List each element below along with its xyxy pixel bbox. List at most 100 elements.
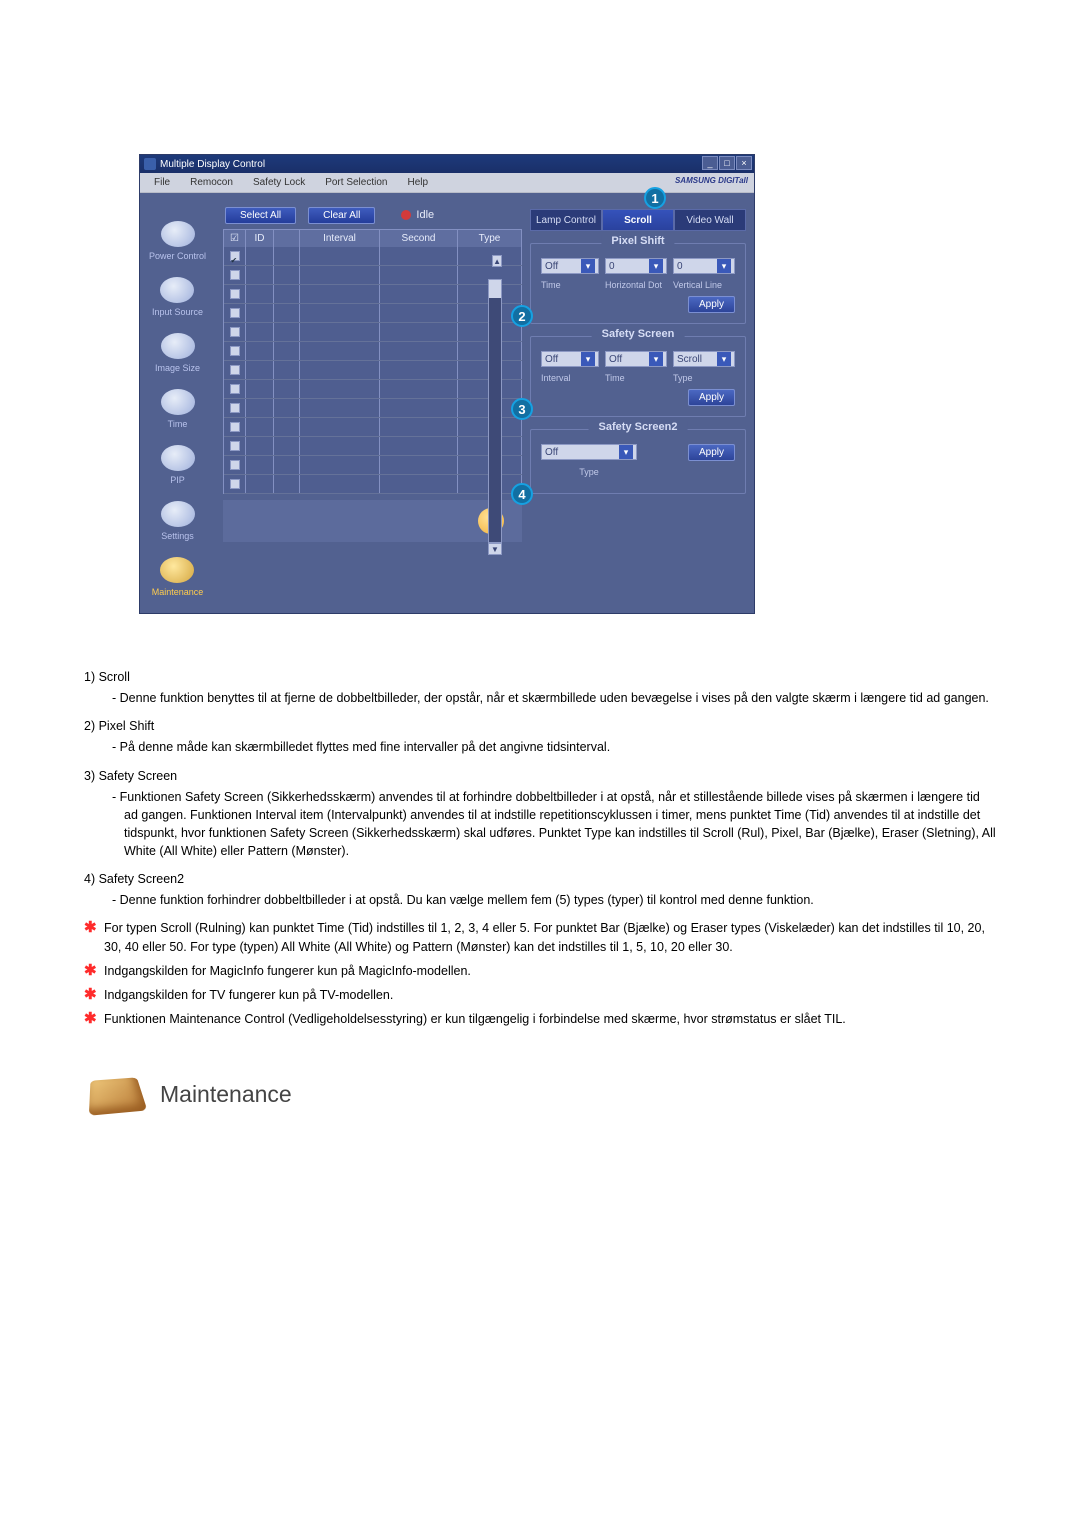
maintenance-head-title: Maintenance <box>160 1081 292 1108</box>
scrollbar-track[interactable] <box>488 279 502 543</box>
tab-lamp[interactable]: Lamp Control <box>530 209 602 231</box>
star-icon: ✱ <box>84 987 97 1002</box>
row-checkbox[interactable] <box>230 289 240 299</box>
row-checkbox[interactable] <box>230 479 240 489</box>
item2-body: - På denne måde kan skærmbilledet flytte… <box>112 738 996 756</box>
item2-head: 2) Pixel Shift <box>84 719 154 733</box>
idle-status: Idle <box>401 209 434 221</box>
table-row <box>224 456 522 475</box>
table-row <box>224 323 522 342</box>
maintenance-head-icon <box>89 1077 148 1115</box>
scrollbar-thumb[interactable] <box>489 280 501 298</box>
select-all-button[interactable]: Select All <box>225 207 296 224</box>
window-controls[interactable]: _ □ × <box>702 156 752 170</box>
item3-head: 3) Safety Screen <box>84 769 177 783</box>
tab-video[interactable]: Video Wall <box>674 209 746 231</box>
callout-4: 4 <box>511 483 533 505</box>
chevron-down-icon: ▾ <box>581 352 595 366</box>
safety-screen-title: Safety Screen <box>592 328 685 340</box>
safety-screen-apply-button[interactable]: Apply <box>688 389 735 406</box>
menu-help[interactable]: Help <box>397 177 438 188</box>
row-checkbox[interactable] <box>230 327 240 337</box>
display-grid: ☑ ID Interval Second Type <box>223 229 522 494</box>
app-window: Multiple Display Control _ □ × File Remo… <box>140 155 754 613</box>
center-panel: Select All Clear All Idle ☑ ID Interval … <box>215 203 530 613</box>
right-panel: Lamp Control Scroll Video Wall 1 Pixel S… <box>530 203 754 613</box>
row-checkbox[interactable] <box>230 441 240 451</box>
table-row <box>224 266 522 285</box>
clear-all-button[interactable]: Clear All <box>308 207 375 224</box>
table-row <box>224 285 522 304</box>
sidebar-time: Time <box>161 389 195 429</box>
window-title: Multiple Display Control <box>160 159 265 170</box>
row-checkbox[interactable] <box>230 308 240 318</box>
grid-rows <box>223 247 522 494</box>
pixel-shift-horiz-select[interactable]: 0▾ <box>605 258 667 274</box>
star-notes: ✱For typen Scroll (Rulning) kan punktet … <box>84 919 996 1028</box>
safety-screen2-title: Safety Screen2 <box>589 421 688 433</box>
col-type: Type <box>458 230 522 247</box>
sidebar-power: Power Control <box>149 221 206 261</box>
chevron-down-icon: ▾ <box>717 259 731 273</box>
safety2-apply-button[interactable]: Apply <box>688 444 735 461</box>
sidebar: Power Control Input Source Image Size Ti… <box>140 203 215 613</box>
row-checkbox[interactable] <box>230 365 240 375</box>
time-icon <box>161 389 195 415</box>
app-icon <box>144 158 156 170</box>
safety-time-select[interactable]: Off▾ <box>605 351 667 367</box>
chevron-down-icon: ▾ <box>649 259 663 273</box>
col-lamp <box>274 230 300 247</box>
col-id: ID <box>246 230 274 247</box>
row-checkbox[interactable] <box>230 270 240 280</box>
row-checkbox[interactable] <box>230 460 240 470</box>
close-icon[interactable]: × <box>736 156 752 170</box>
table-row <box>224 437 522 456</box>
col-interval: Interval <box>300 230 380 247</box>
sidebar-image-size: Image Size <box>155 333 200 373</box>
star-icon: ✱ <box>84 963 97 978</box>
menu-safety-lock[interactable]: Safety Lock <box>243 177 315 188</box>
menu-port-selection[interactable]: Port Selection <box>315 177 397 188</box>
section-heading: Maintenance <box>90 1072 1080 1116</box>
safety-type-select[interactable]: Scroll▾ <box>673 351 735 367</box>
scroll-up-icon[interactable]: ▲ <box>492 255 502 267</box>
row-checkbox[interactable] <box>230 346 240 356</box>
scroll-down-icon[interactable]: ▼ <box>488 543 502 555</box>
safety2-type-select[interactable]: Off▾ <box>541 444 637 460</box>
safety-interval-select[interactable]: Off▾ <box>541 351 599 367</box>
table-row <box>224 342 522 361</box>
maximize-icon[interactable]: □ <box>719 156 735 170</box>
item1-body: - Denne funktion benyttes til at fjerne … <box>112 689 996 707</box>
image-size-icon <box>161 333 195 359</box>
sidebar-maintenance: Maintenance <box>152 557 204 597</box>
footer-strip: ! <box>223 500 522 542</box>
brand-logo: SAMSUNG DIGITall <box>675 176 748 185</box>
idle-dot-icon <box>401 210 411 220</box>
table-row <box>224 475 522 494</box>
top-buttons: Select All Clear All Idle <box>215 203 530 225</box>
pip-icon <box>161 445 195 471</box>
input-source-icon <box>160 277 194 303</box>
row-checkbox[interactable] <box>230 384 240 394</box>
row-checkbox[interactable] <box>230 251 240 261</box>
sidebar-input-source: Input Source <box>152 277 203 317</box>
star-icon: ✱ <box>84 1011 97 1026</box>
titlebar: Multiple Display Control _ □ × <box>140 155 754 173</box>
item1-head: 1) Scroll <box>84 670 130 684</box>
minimize-icon[interactable]: _ <box>702 156 718 170</box>
menu-remocon[interactable]: Remocon <box>180 177 243 188</box>
row-checkbox[interactable] <box>230 403 240 413</box>
tab-scroll[interactable]: Scroll <box>602 209 674 231</box>
pixel-shift-apply-button[interactable]: Apply <box>688 296 735 313</box>
pixel-shift-vert-select[interactable]: 0▾ <box>673 258 735 274</box>
sidebar-pip: PIP <box>161 445 195 485</box>
item4-head: 4) Safety Screen2 <box>84 872 184 886</box>
col-check[interactable]: ☑ <box>224 230 246 247</box>
sidebar-settings: Settings <box>161 501 195 541</box>
col-second: Second <box>380 230 458 247</box>
row-checkbox[interactable] <box>230 422 240 432</box>
menu-file[interactable]: File <box>144 177 180 188</box>
grid-header-row: ☑ ID Interval Second Type <box>223 229 522 247</box>
pixel-shift-time-select[interactable]: Off▾ <box>541 258 599 274</box>
table-row <box>224 380 522 399</box>
